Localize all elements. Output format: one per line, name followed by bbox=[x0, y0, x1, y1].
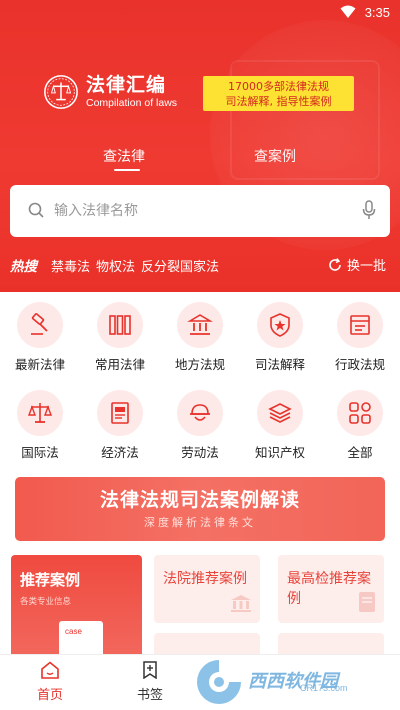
procuratorate-recommended-cases-card[interactable]: 最高检推荐案例 bbox=[278, 555, 384, 623]
promo-line-2: 司法解释, 指导性案例 bbox=[225, 95, 332, 108]
category-international-law[interactable]: 国际法 bbox=[0, 390, 80, 461]
bookmark-icon bbox=[143, 661, 157, 680]
hot-item[interactable]: 禁毒法 bbox=[51, 256, 90, 275]
nav-bookmarks[interactable]: 书签 bbox=[120, 661, 180, 703]
search-box bbox=[10, 185, 390, 237]
status-bar: 3:35 bbox=[0, 0, 400, 26]
header: 3:35 法律汇编 Compilation of laws 17000多部法律法… bbox=[0, 0, 400, 292]
category-latest-laws[interactable]: 最新法律 bbox=[0, 302, 80, 373]
category-label: 最新法律 bbox=[14, 357, 65, 372]
featured-cases-title: 推荐案例 bbox=[20, 571, 81, 589]
category-label: 常用法律 bbox=[94, 357, 145, 372]
court-recommended-cases-card[interactable]: 法院推荐案例 bbox=[154, 555, 260, 623]
category-common-laws[interactable]: 常用法律 bbox=[80, 302, 160, 373]
app-title: 法律汇编 bbox=[86, 74, 167, 96]
category-label: 全部 bbox=[347, 445, 373, 460]
category-label: 国际法 bbox=[21, 445, 59, 460]
featured-cases-subtitle: 各类专业信息 bbox=[20, 597, 72, 607]
category-label: 知识产权 bbox=[254, 445, 305, 460]
category-local-regulations[interactable]: 地方法规 bbox=[160, 302, 240, 373]
hot-searches: 热搜 禁毒法 物权法 反分裂国家法 换一批 bbox=[10, 255, 390, 275]
hot-label: 热搜 bbox=[10, 259, 37, 275]
home-icon bbox=[41, 661, 59, 679]
watermark-url: CR173.com bbox=[300, 683, 348, 693]
hot-item[interactable]: 物权法 bbox=[96, 256, 135, 275]
banner-title: 法律法规司法案例解读 bbox=[99, 489, 300, 511]
category-all[interactable]: 全部 bbox=[320, 390, 400, 461]
books-icon bbox=[109, 315, 131, 335]
case-document-icon: case bbox=[59, 621, 103, 655]
app-subtitle: Compilation of laws bbox=[86, 97, 178, 109]
hot-item[interactable]: 反分裂国家法 bbox=[141, 256, 219, 275]
promo-banner[interactable]: 法律法规司法案例解读 深度解析法律条文 bbox=[15, 477, 385, 541]
case-cards: 推荐案例 各类专业信息 case 法院推荐案例 最高检推荐案例 bbox=[0, 555, 400, 655]
refresh-icon bbox=[329, 257, 341, 271]
promo-badge: 17000多部法律法规 司法解释, 指导性案例 bbox=[203, 76, 354, 111]
active-tab-indicator bbox=[114, 169, 140, 171]
category-label: 经济法 bbox=[101, 445, 139, 460]
scales-emblem-icon bbox=[44, 75, 78, 109]
category-intellectual-property[interactable]: 知识产权 bbox=[240, 390, 320, 461]
tab-search-cases[interactable]: 查案例 bbox=[254, 146, 296, 166]
category-label: 地方法规 bbox=[174, 357, 225, 372]
gavel-icon bbox=[31, 313, 48, 335]
category-economic-law[interactable]: 经济法 bbox=[80, 390, 160, 461]
site-watermark: 西西软件园 CR173.com bbox=[192, 656, 348, 708]
app-brand: 法律汇编 Compilation of laws bbox=[42, 73, 177, 111]
card-title: 法院推荐案例 bbox=[163, 571, 247, 587]
nav-home-label: 首页 bbox=[36, 688, 63, 703]
folder-icon bbox=[350, 315, 370, 335]
promo-line-1: 17000多部法律法规 bbox=[228, 80, 329, 93]
badge-icon bbox=[270, 313, 290, 337]
search-input[interactable] bbox=[54, 195, 354, 227]
category-label: 司法解释 bbox=[254, 357, 305, 372]
nav-bookmarks-label: 书签 bbox=[136, 688, 163, 703]
watermark-logo bbox=[197, 660, 241, 704]
search-tabs: 查法律 查案例 bbox=[0, 140, 400, 171]
nav-home[interactable]: 首页 bbox=[20, 661, 80, 703]
courthouse-icon bbox=[187, 314, 213, 335]
wifi-icon bbox=[340, 4, 356, 23]
category-label: 劳动法 bbox=[181, 445, 219, 460]
category-administrative-regulations[interactable]: 行政法规 bbox=[320, 302, 400, 373]
stack-icon bbox=[268, 403, 292, 423]
worker-icon bbox=[190, 404, 210, 421]
grid-icon bbox=[349, 402, 371, 424]
featured-cases-card[interactable]: 推荐案例 各类专业信息 case bbox=[11, 555, 142, 655]
category-labor-law[interactable]: 劳动法 bbox=[160, 390, 240, 461]
category-label: 行政法规 bbox=[334, 357, 385, 372]
cases-card-lower-left[interactable] bbox=[154, 633, 260, 655]
category-judicial-interpretation[interactable]: 司法解释 bbox=[240, 302, 320, 373]
refresh-button[interactable]: 换一批 bbox=[328, 255, 386, 274]
tab-search-laws[interactable]: 查法律 bbox=[103, 146, 145, 166]
microphone-icon[interactable] bbox=[362, 200, 376, 224]
document-icon bbox=[358, 591, 376, 617]
search-icon bbox=[28, 202, 44, 222]
scales-icon bbox=[27, 403, 53, 423]
ledger-icon bbox=[111, 402, 129, 424]
banner-subtitle: 深度解析法律条文 bbox=[144, 516, 256, 529]
courthouse-icon bbox=[230, 593, 252, 617]
case-document-label: case bbox=[65, 627, 82, 636]
refresh-label: 换一批 bbox=[346, 259, 386, 274]
status-time: 3:35 bbox=[364, 5, 390, 20]
cases-card-lower-right[interactable] bbox=[278, 633, 384, 655]
